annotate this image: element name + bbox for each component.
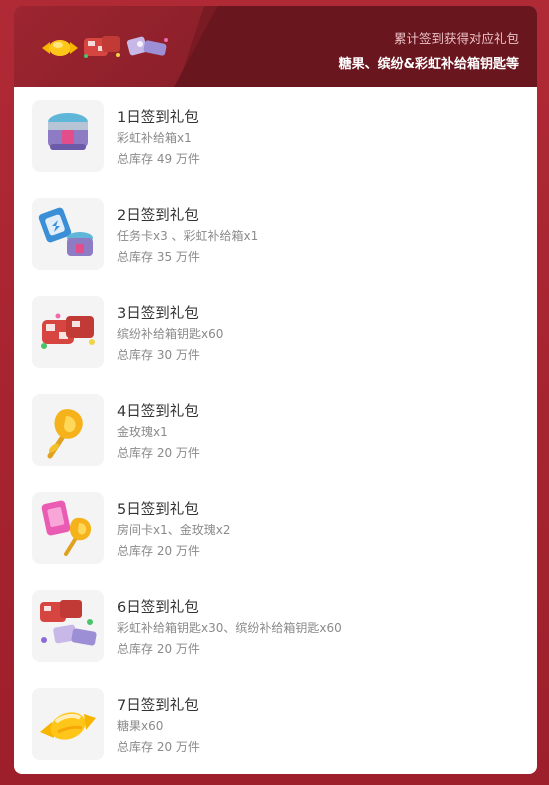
gift-item-day-4: 4日签到礼包 金玫瑰x1 总库存 20 万件 bbox=[14, 381, 537, 479]
gift-title: 7日签到礼包 bbox=[117, 698, 199, 714]
gift-title: 4日签到礼包 bbox=[117, 404, 199, 420]
gift-stock: 总库存 20 万件 bbox=[117, 740, 200, 754]
gift-description: 彩虹补给箱x1 bbox=[117, 131, 192, 145]
gift-item-day-5: 5日签到礼包 房间卡x1、金玫瑰x2 总库存 20 万件 bbox=[14, 479, 537, 577]
colorful-keys-icon bbox=[41, 313, 95, 349]
gift-thumb bbox=[32, 590, 104, 662]
gift-description: 缤纷补给箱钥匙x60 bbox=[117, 327, 224, 341]
gift-thumb bbox=[32, 296, 104, 368]
candy-icon bbox=[40, 712, 96, 740]
gift-stock: 总库存 35 万件 bbox=[117, 250, 200, 264]
rainbow-keys-icon bbox=[126, 36, 168, 56]
gift-description: 房间卡x1、金玫瑰x2 bbox=[117, 523, 231, 537]
gift-item-day-3: 3日签到礼包 缤纷补给箱钥匙x60 总库存 30 万件 bbox=[14, 283, 537, 381]
gift-item-day-6: 6日签到礼包 彩虹补给箱钥匙x30、缤纷补给箱钥匙x60 总库存 20 万件 bbox=[14, 577, 537, 675]
rainbow-chest-icon bbox=[48, 113, 88, 150]
gold-rose-icon bbox=[47, 409, 83, 459]
candy-icon bbox=[42, 40, 78, 56]
gift-description: 彩虹补给箱钥匙x30、缤纷补给箱钥匙x60 bbox=[117, 621, 342, 635]
gift-stock: 总库存 30 万件 bbox=[117, 348, 200, 362]
gift-item-day-7: 7日签到礼包 糖果x60 总库存 20 万件 bbox=[14, 675, 537, 773]
gift-stock: 总库存 20 万件 bbox=[117, 642, 200, 656]
mixed-keys-icon bbox=[40, 600, 97, 646]
colorful-keys-icon bbox=[84, 36, 120, 58]
gift-thumb bbox=[32, 492, 104, 564]
gift-title: 3日签到礼包 bbox=[117, 306, 199, 322]
gift-panel: 累计签到获得对应礼包 糖果、缤纷&彩虹补给箱钥匙等 1日签到礼包 彩虹补给箱x1… bbox=[14, 6, 537, 774]
gift-title: 1日签到礼包 bbox=[117, 110, 199, 126]
gift-item-day-1: 1日签到礼包 彩虹补给箱x1 总库存 49 万件 bbox=[14, 87, 537, 185]
gift-thumb bbox=[32, 688, 104, 760]
gift-description: 金玫瑰x1 bbox=[117, 425, 168, 439]
header-subtitle: 累计签到获得对应礼包 bbox=[393, 31, 519, 46]
task-card-chest-icon bbox=[38, 207, 93, 256]
gift-thumb bbox=[32, 394, 104, 466]
gift-description: 任务卡x3 、彩虹补给箱x1 bbox=[117, 229, 259, 243]
header-title: 糖果、缤纷&彩虹补给箱钥匙等 bbox=[338, 57, 519, 72]
gift-description: 糖果x60 bbox=[117, 719, 164, 733]
panel-header: 累计签到获得对应礼包 糖果、缤纷&彩虹补给箱钥匙等 bbox=[14, 6, 537, 87]
banner-rewards-icon bbox=[42, 36, 168, 58]
gift-stock: 总库存 49 万件 bbox=[117, 152, 200, 166]
room-card-rose-icon bbox=[41, 500, 92, 556]
header-caption: 累计签到获得对应礼包 糖果、缤纷&彩虹补给箱钥匙等 bbox=[339, 28, 519, 72]
gift-item-day-2: 2日签到礼包 任务卡x3 、彩虹补给箱x1 总库存 35 万件 bbox=[14, 185, 537, 283]
gift-stock: 总库存 20 万件 bbox=[117, 446, 200, 460]
gift-stock: 总库存 20 万件 bbox=[117, 544, 200, 558]
gift-title: 6日签到礼包 bbox=[117, 600, 199, 616]
gift-thumb bbox=[32, 100, 104, 172]
gift-thumb bbox=[32, 198, 104, 270]
gift-title: 5日签到礼包 bbox=[117, 502, 199, 518]
gift-title: 2日签到礼包 bbox=[117, 208, 199, 224]
